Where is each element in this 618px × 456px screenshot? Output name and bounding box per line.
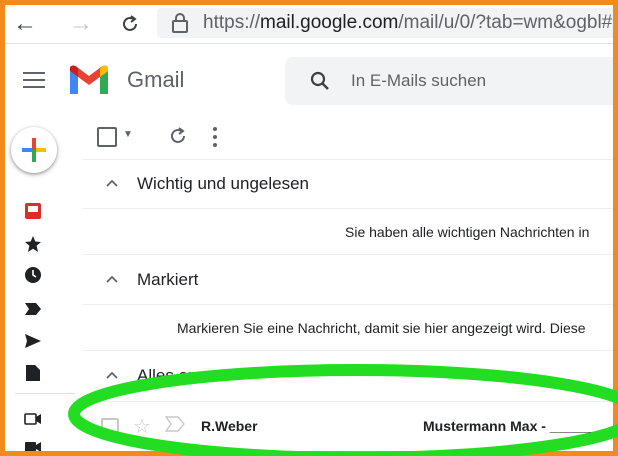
compose-button[interactable] <box>11 127 57 173</box>
clock-icon[interactable] <box>23 265 43 285</box>
chevron-up-icon <box>106 371 118 379</box>
send-icon[interactable] <box>23 331 43 351</box>
section-starred-empty-text: Markieren Sie eine Nachricht, damit sie … <box>177 319 586 336</box>
chevron-up-icon <box>106 179 118 187</box>
url-path: /mail/u/0/?tab=wm&ogbl#i <box>398 12 613 33</box>
more-vert-icon[interactable] <box>213 127 219 147</box>
email-subject: Mustermann Max - ______ <box>423 418 597 434</box>
mail-toolbar: ▼ <box>83 119 613 160</box>
chevron-down-icon[interactable]: ▼ <box>123 129 133 140</box>
forward-icon[interactable]: → <box>67 5 95 43</box>
url-text: https://mail.google.com/mail/u/0/?tab=wm… <box>203 12 613 34</box>
section-starred-empty: Markieren Sie eine Nachricht, damit sie … <box>83 305 613 351</box>
address-bar[interactable]: https://mail.google.com/mail/u/0/?tab=wm… <box>157 8 613 38</box>
gmail-logo-icon[interactable] <box>67 63 111 97</box>
section-starred-title: Markiert <box>137 270 199 289</box>
star-icon[interactable] <box>23 234 43 254</box>
email-row[interactable]: ☆ R.Weber Mustermann Max - ______ <box>83 401 613 451</box>
section-other-title: Alles an <box>137 366 198 385</box>
section-important-empty: Sie haben alle wichtigen Nachrichten in <box>83 209 613 255</box>
section-important-header[interactable]: Wichtig und ungelesen <box>83 160 613 209</box>
menu-icon[interactable] <box>21 67 47 93</box>
url-host: mail.google.com <box>260 12 399 33</box>
app-window: ← → https://mail.google.com/mail/u/0/?ta… <box>5 5 613 451</box>
section-starred-header[interactable]: Markiert <box>83 256 613 305</box>
url-scheme: https:// <box>203 12 261 33</box>
label-icon[interactable] <box>23 299 43 319</box>
section-important-title: Wichtig und ungelesen <box>137 174 310 193</box>
video-icon[interactable] <box>23 409 43 429</box>
section-important-empty-text: Sie haben alle wichtigen Nachrichten in <box>345 223 590 240</box>
email-row-checkbox[interactable] <box>101 418 119 436</box>
reload-icon[interactable] <box>115 5 145 43</box>
gmail-brand: Gmail <box>127 67 185 92</box>
star-outline-icon[interactable]: ☆ <box>133 414 151 439</box>
back-icon[interactable]: ← <box>11 5 39 43</box>
section-other-header[interactable]: Alles an <box>83 352 613 400</box>
lock-icon <box>171 12 189 34</box>
select-all-checkbox[interactable] <box>97 127 117 147</box>
search-icon[interactable] <box>309 70 331 92</box>
compose-plus-icon <box>22 138 46 162</box>
camera-icon[interactable] <box>23 437 43 451</box>
refresh-icon[interactable] <box>167 125 189 147</box>
gmail-header: Gmail <box>5 43 613 119</box>
chevron-up-icon <box>106 275 118 283</box>
email-sender: R.Weber <box>201 418 258 434</box>
search-input[interactable] <box>349 70 593 92</box>
importance-marker-icon[interactable] <box>164 416 185 432</box>
file-icon[interactable] <box>23 363 43 383</box>
sidebar-divider <box>15 393 75 394</box>
browser-toolbar: ← → https://mail.google.com/mail/u/0/?ta… <box>5 5 613 44</box>
search-bar[interactable] <box>285 57 613 105</box>
inbox-icon[interactable] <box>23 201 43 221</box>
